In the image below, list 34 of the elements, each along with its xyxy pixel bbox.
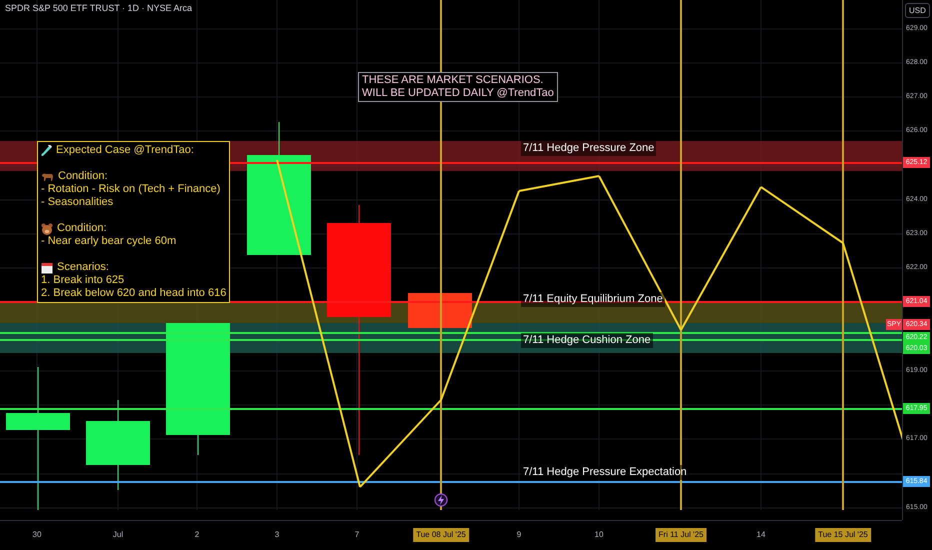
annotation-heading: Condition: bbox=[58, 170, 108, 183]
zone-label: 7/11 Hedge Pressure Zone bbox=[521, 141, 656, 156]
calendar-icon bbox=[41, 262, 53, 274]
annotation-heading: Condition: bbox=[57, 222, 107, 235]
lightning-icon bbox=[434, 493, 448, 507]
annotation-heading: Scenarios: bbox=[57, 261, 109, 274]
annotation-text: - Seasonalities bbox=[41, 196, 114, 209]
date-label: Jul bbox=[112, 529, 124, 541]
date-label: 14 bbox=[756, 529, 766, 541]
date-label: Tue 08 Jul '25 bbox=[413, 528, 469, 542]
note-text: THESE ARE MARKET SCENARIOS. bbox=[362, 74, 544, 87]
bear-face-icon bbox=[41, 222, 53, 234]
test-tube-icon bbox=[41, 144, 52, 156]
annotation-text: - Near early bear cycle 60m bbox=[41, 235, 178, 248]
zone-label: 7/11 Equity Equilibrium Zone bbox=[521, 292, 665, 307]
candlestick bbox=[408, 292, 472, 328]
ox-icon bbox=[41, 171, 54, 182]
annotation-text: - Rotation - Risk on (Tech + Finance) bbox=[41, 183, 222, 196]
date-label: Tue 15 Jul '25 bbox=[815, 528, 871, 542]
zone-label: 7/11 Hedge Cushion Zone bbox=[521, 333, 653, 348]
note-text: WILL BE UPDATED DAILY @TrendTao bbox=[362, 87, 554, 100]
date-label: 3 bbox=[274, 529, 280, 541]
date-label: Fri 11 Jul '25 bbox=[656, 528, 706, 542]
date-label: 30 bbox=[32, 529, 42, 541]
date-label: 2 bbox=[194, 529, 200, 541]
annotation-heading: Expected Case @TrendTao: bbox=[56, 144, 194, 157]
annotation-text: 1. Break into 625 bbox=[41, 274, 126, 287]
date-label: 10 bbox=[594, 529, 604, 541]
annotation-text: 2. Break below 620 and head into 616 bbox=[41, 287, 226, 300]
chart-title: SPDR S&P 500 ETF TRUST · 1D · NYSE Arca bbox=[5, 3, 192, 13]
date-label: 9 bbox=[516, 529, 522, 541]
date-label: 7 bbox=[354, 529, 360, 541]
currency-button[interactable]: USD bbox=[905, 3, 930, 18]
zone-label: 7/11 Hedge Pressure Expectation bbox=[521, 465, 689, 480]
